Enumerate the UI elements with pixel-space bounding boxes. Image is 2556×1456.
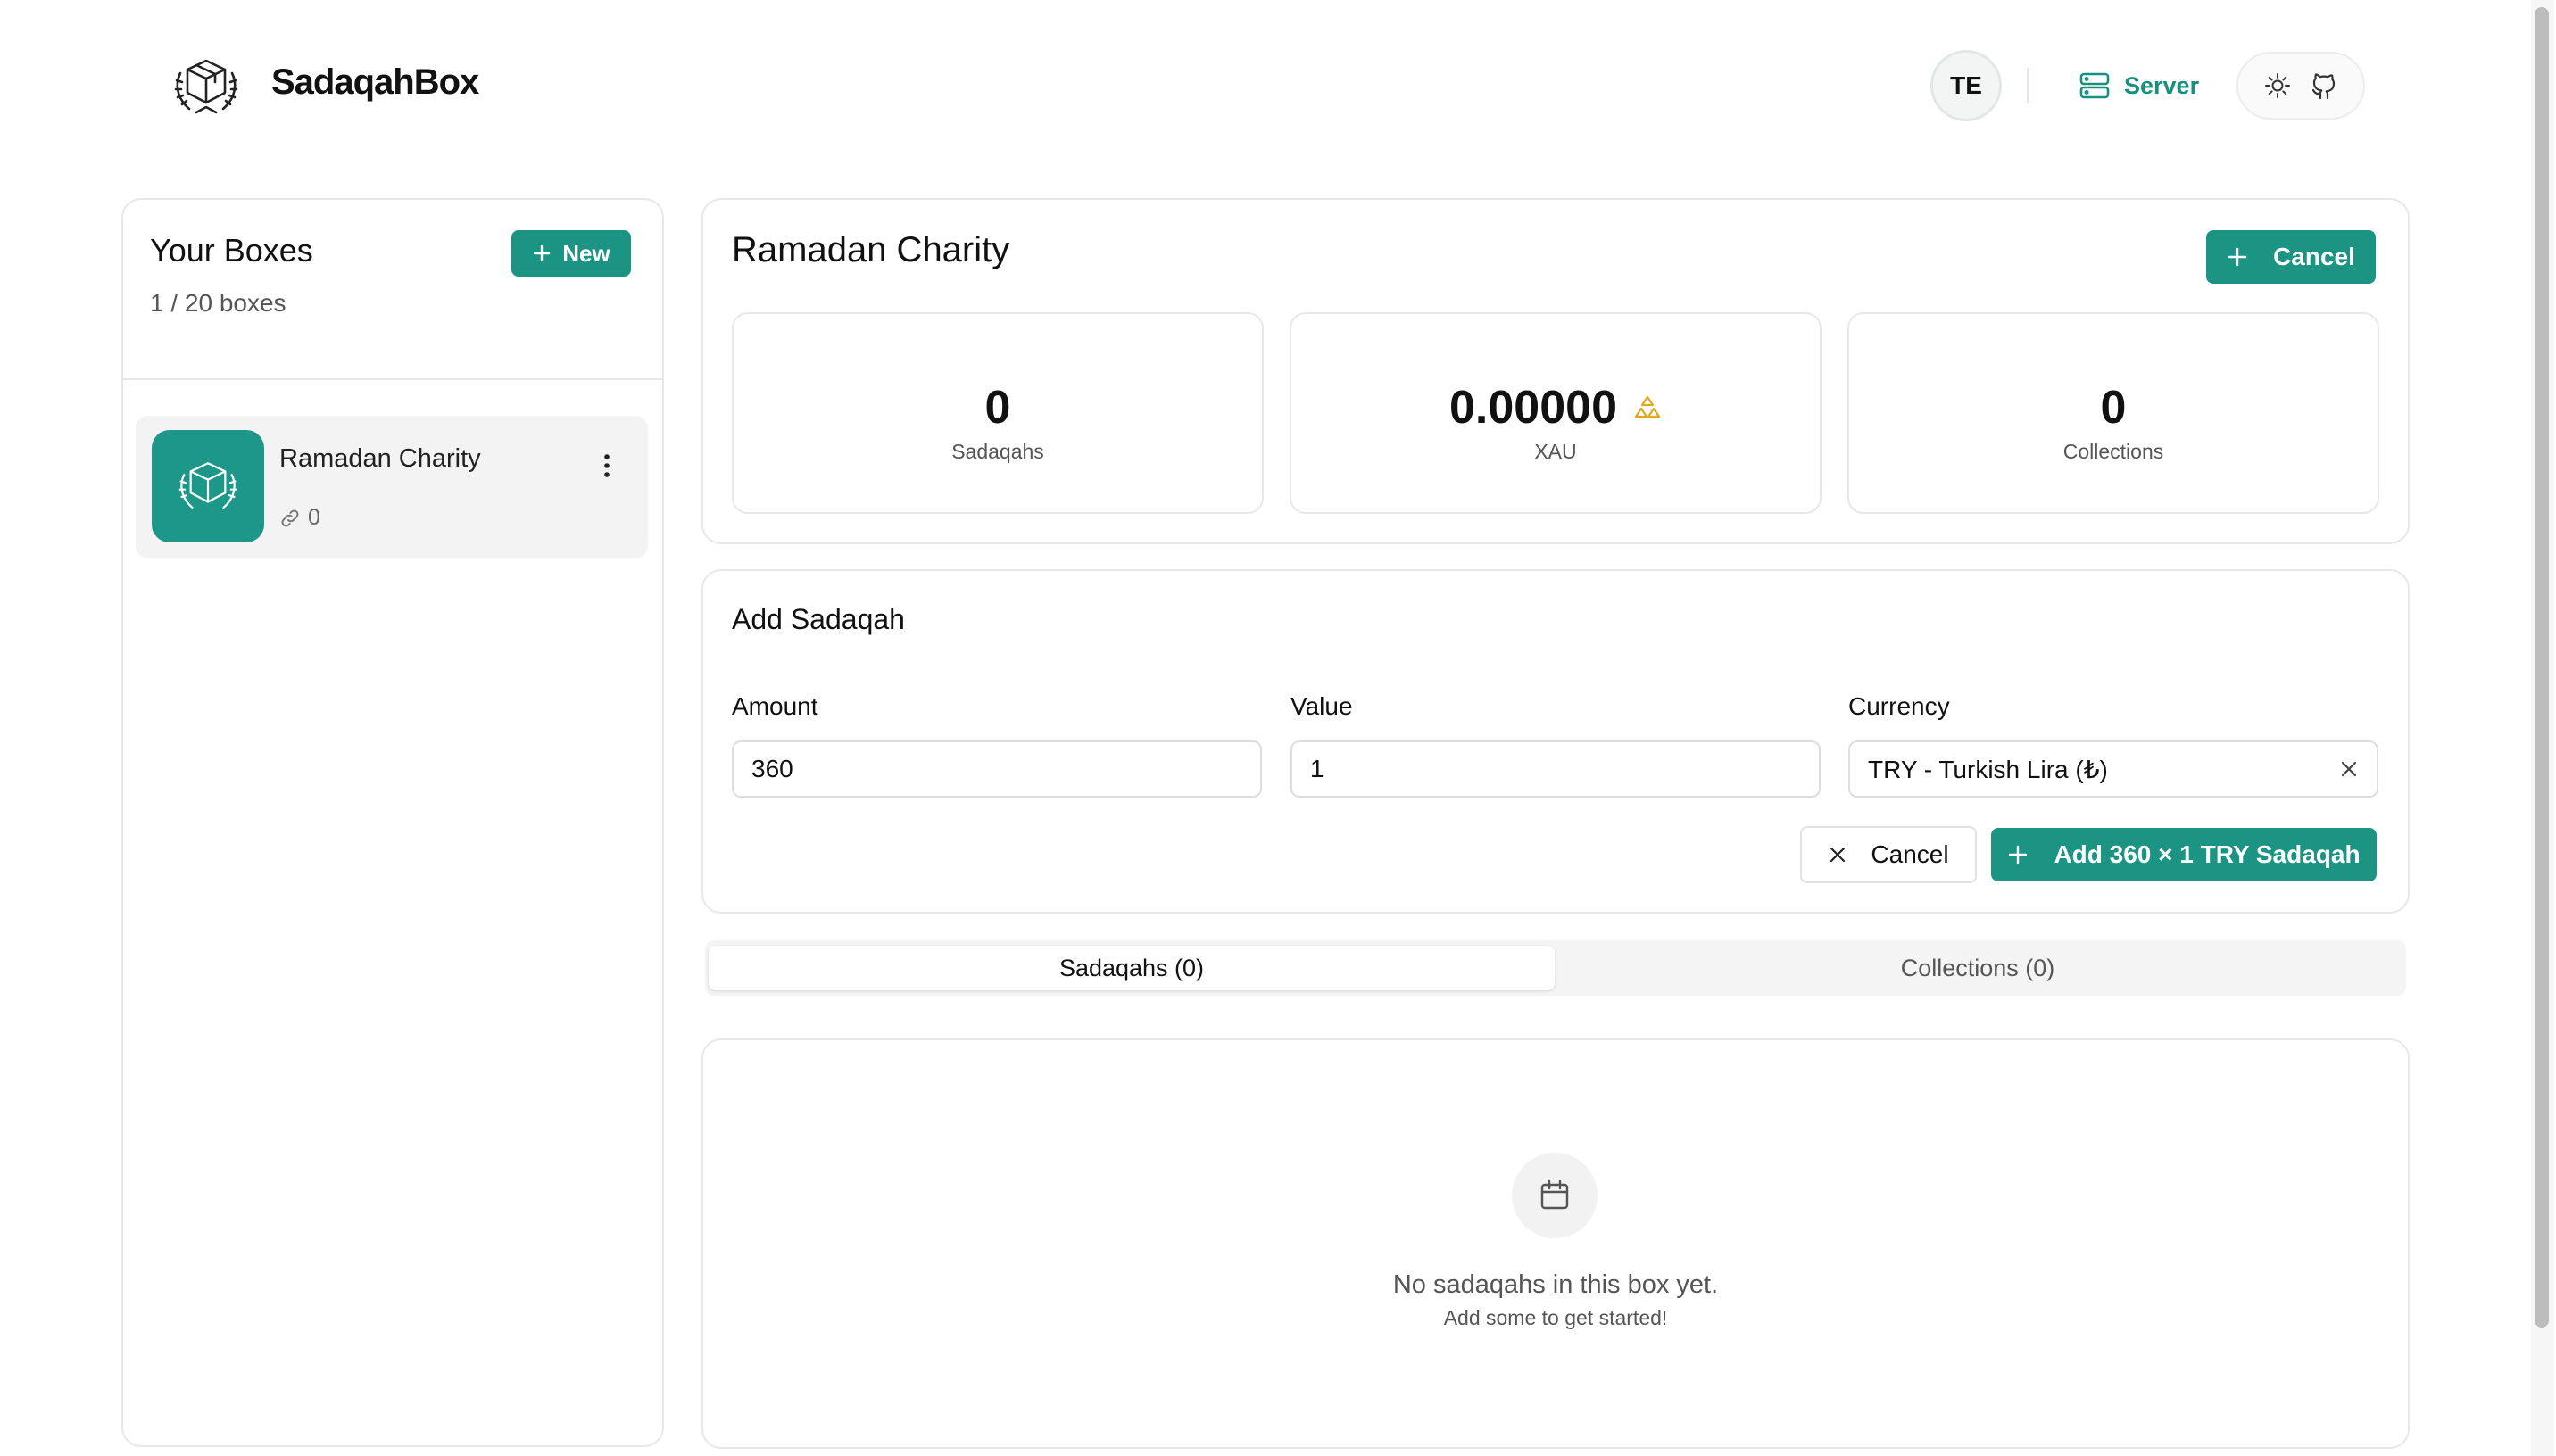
- stat-sadaqahs: 0 Sadaqahs: [732, 312, 1264, 514]
- calendar-icon: [1512, 1153, 1598, 1238]
- github-icon[interactable]: [2310, 70, 2338, 101]
- currency-select[interactable]: TRY - Turkish Lira (₺): [1848, 740, 2378, 798]
- boxes-divider: [123, 378, 662, 380]
- theme-toggle-sun-icon[interactable]: [2263, 71, 2292, 100]
- currency-label: Currency: [1848, 692, 1950, 720]
- user-avatar[interactable]: TE: [1930, 50, 2002, 121]
- box-thumbnail: [152, 430, 264, 542]
- tab-collections[interactable]: Collections (0): [1555, 946, 2401, 990]
- boxes-panel: [121, 198, 664, 1447]
- stat-gold: 0.00000 XAU: [1290, 312, 1822, 514]
- amount-value: 360: [751, 755, 793, 782]
- amount-label: Amount: [732, 692, 818, 720]
- value-input[interactable]: 1: [1290, 740, 1821, 798]
- boxes-count: 1 / 20 boxes: [150, 289, 286, 317]
- new-box-button[interactable]: New: [511, 230, 631, 277]
- add-sadaqah-label: Add 360 × 1 TRY Sadaqah: [2054, 840, 2361, 868]
- header-actions: [2236, 52, 2365, 120]
- plus-icon: [532, 244, 552, 263]
- sadaqah-list-card: [701, 1038, 2410, 1449]
- value-label: Value: [1290, 692, 1353, 720]
- gold-coins-icon: [1633, 394, 1662, 421]
- add-sadaqah-button[interactable]: Add 360 × 1 TRY Sadaqah: [1991, 828, 2377, 881]
- box-list-item-name: Ramadan Charity: [279, 444, 481, 473]
- close-icon: [1828, 845, 1847, 864]
- link-icon: [279, 508, 301, 529]
- toggle-add-button[interactable]: Cancel: [2206, 230, 2376, 284]
- logo-icon: [170, 52, 243, 120]
- box-title: Ramadan Charity: [732, 230, 1010, 269]
- cancel-add-button[interactable]: Cancel: [1800, 826, 1977, 883]
- more-vertical-icon: [603, 453, 610, 478]
- page-scrollbar-thumb[interactable]: [2535, 7, 2549, 1328]
- stat-label: XAU: [1534, 439, 1577, 463]
- box-list-item-collections: 0: [279, 505, 320, 531]
- stat-value: 0: [2100, 381, 2127, 434]
- server-icon: [2079, 72, 2110, 99]
- cancel-add-label: Cancel: [1871, 840, 1949, 868]
- stat-collections: 0 Collections: [1847, 312, 2379, 514]
- clear-currency-icon[interactable]: [2339, 759, 2359, 779]
- stat-label: Sadaqahs: [951, 439, 1044, 463]
- server-link[interactable]: Server: [2079, 68, 2199, 103]
- server-label: Server: [2124, 71, 2200, 99]
- header-divider: [2027, 68, 2029, 103]
- empty-state-message: No sadaqahs in this box yet.: [1392, 1270, 1719, 1299]
- tab-sadaqahs[interactable]: Sadaqahs (0): [709, 946, 1555, 990]
- stat-value: 0.00000: [1449, 381, 1617, 434]
- boxes-title: Your Boxes: [150, 232, 313, 269]
- stat-value: 0: [984, 381, 1011, 434]
- empty-state-hint: Add some to get started!: [1443, 1306, 1668, 1329]
- stat-value-row: 0.00000: [1449, 381, 1662, 434]
- value-value: 1: [1310, 755, 1324, 782]
- add-sadaqah-title: Add Sadaqah: [732, 603, 905, 635]
- stat-label: Collections: [2062, 439, 2164, 463]
- box-menu-button[interactable]: [589, 446, 625, 485]
- new-box-label: New: [562, 239, 610, 267]
- currency-value: TRY - Turkish Lira (₺): [1868, 755, 2108, 783]
- plus-icon: [2007, 844, 2029, 865]
- box-collections-count: 0: [308, 505, 320, 530]
- toggle-add-label: Cancel: [2273, 243, 2355, 270]
- brand-name[interactable]: SadaqahBox: [271, 62, 479, 103]
- amount-input[interactable]: 360: [732, 740, 1262, 798]
- plus-icon: [2227, 246, 2248, 268]
